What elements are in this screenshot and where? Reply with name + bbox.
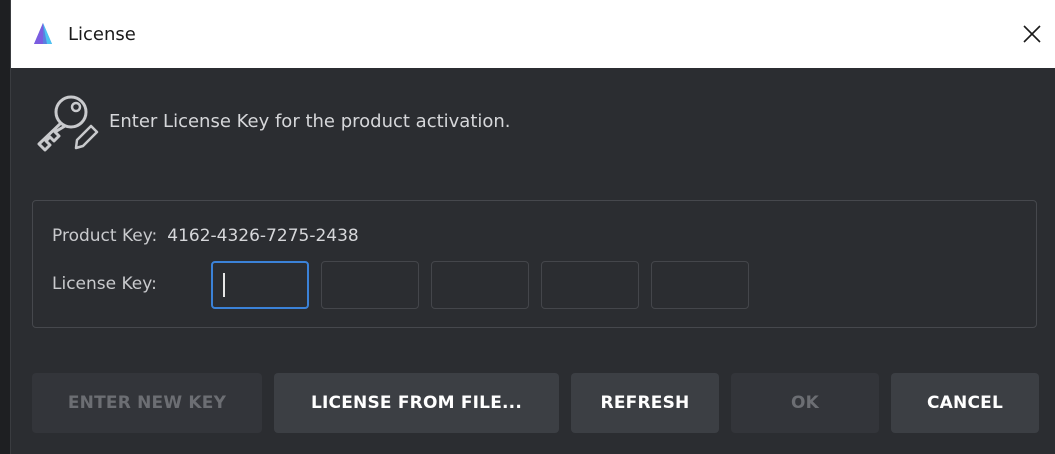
cancel-button[interactable]: CANCEL	[891, 373, 1039, 433]
enter-new-key-button[interactable]: ENTER NEW KEY	[32, 373, 262, 433]
key-panel: Product Key: 4162-4326-7275-2438 License …	[32, 200, 1037, 328]
instruction-row: Enter License Key for the product activa…	[33, 86, 511, 156]
key-icon	[37, 95, 99, 152]
product-key-value: 4162-4326-7275-2438	[167, 226, 359, 246]
product-key-label: Product Key:	[52, 226, 158, 246]
title-bar: License	[11, 0, 1055, 68]
product-key-row: Product Key: 4162-4326-7275-2438	[52, 226, 359, 246]
license-key-segment-4[interactable]	[541, 261, 639, 309]
license-key-segment-1[interactable]	[211, 261, 309, 309]
text-caret	[223, 273, 225, 297]
close-icon	[1023, 25, 1041, 43]
window-title: License	[68, 24, 136, 45]
refresh-button[interactable]: REFRESH	[571, 373, 719, 433]
license-from-file-button[interactable]: LICENSE FROM FILE...	[274, 373, 559, 433]
license-key-segment-3[interactable]	[431, 261, 529, 309]
license-dialog: License Enter License Key for the produc…	[10, 0, 1055, 454]
instruction-text: Enter License Key for the product activa…	[109, 110, 511, 132]
license-key-segment-5[interactable]	[651, 261, 749, 309]
license-key-label: License Key:	[52, 274, 157, 294]
license-key-segment-2[interactable]	[321, 261, 419, 309]
close-button[interactable]	[1016, 18, 1048, 50]
ok-button[interactable]: OK	[731, 373, 879, 433]
app-logo-icon	[34, 23, 52, 44]
